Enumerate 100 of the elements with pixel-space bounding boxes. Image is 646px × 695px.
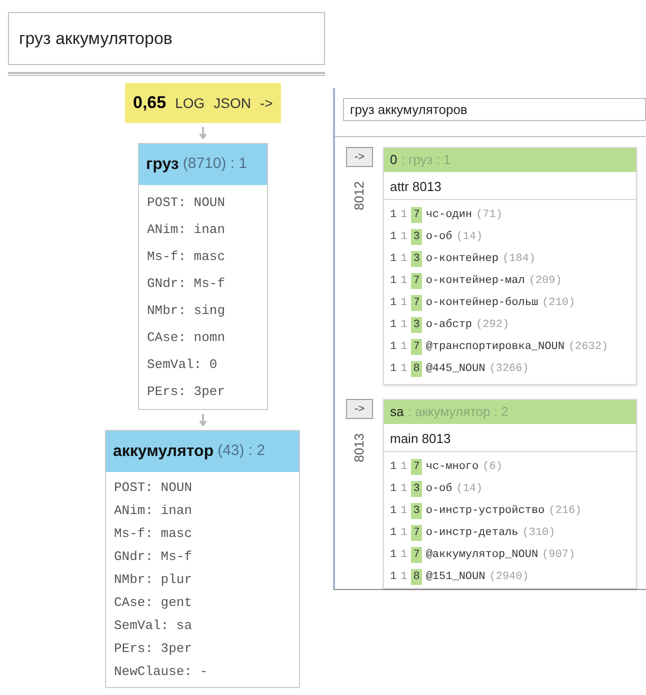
slot-name: о-инстр-устройство [426, 504, 545, 519]
row-value: 1 [400, 252, 408, 267]
frame-role: sa [390, 403, 404, 422]
weight-tag: 7 [411, 206, 422, 224]
slot-count: (2632) [568, 340, 608, 355]
slot-count: (184) [502, 252, 536, 267]
row-value: 1 [390, 340, 397, 355]
slot-count: (14) [456, 482, 483, 497]
row-value: 1 [400, 526, 408, 541]
search-field[interactable]: груз аккумуляторов [343, 98, 646, 121]
slot-count: (216) [548, 504, 582, 519]
row-value: 1 [390, 362, 397, 377]
row-value: 1 [390, 296, 397, 311]
row-value: 1 [390, 570, 397, 585]
node-word: груз [146, 154, 179, 174]
slot-count: (209) [528, 274, 562, 289]
feature-row-text: ANim: inan [146, 220, 226, 239]
slot-count: (71) [476, 208, 502, 223]
slot-name: @151_NOUN [426, 570, 486, 585]
slot-name: о-инстр-деталь [426, 526, 518, 541]
row-value: 1 [390, 526, 397, 541]
frame-subtitle: main 8013 [384, 426, 636, 452]
frame-role: 0 [390, 151, 398, 170]
frame-subtitle: attr 8013 [384, 174, 636, 200]
feature-row-text: NewClause: - [113, 662, 209, 681]
slot-count: (6) [482, 460, 502, 475]
slot-count: (210) [542, 296, 576, 311]
row-value: 1 [400, 208, 408, 223]
weight-tag: 8 [411, 360, 422, 378]
feature-row-text: Ms-f: masc [146, 248, 226, 266]
row-value: 1 [400, 362, 408, 377]
row-value: 1 [400, 296, 408, 311]
slot-count: (2940) [489, 570, 529, 585]
row-value: 1 [390, 482, 397, 497]
row-value: 1 [400, 340, 408, 355]
feature-row-text: NMbr: sing [146, 302, 226, 320]
slot-name: @транспортировка_NOUN [426, 340, 564, 355]
feature-row-text: CAse: nomn [146, 328, 226, 347]
slot-name: чс-один [426, 208, 472, 223]
node-meta: (8710) : 1 [182, 154, 248, 174]
feature-row-text: PErs: 3per [113, 640, 194, 658]
score-text: 0,65 [133, 92, 166, 114]
weight-tag: 7 [411, 524, 422, 542]
slot-name: о-абстр [426, 318, 472, 333]
feature-row-text: SemVal: 0 [146, 356, 218, 374]
go-button[interactable]: -> [346, 147, 373, 167]
feature-row-text: POST: NOUN [113, 478, 194, 497]
feature-row-text: POST: NOUN [146, 194, 226, 212]
search-field[interactable]: груз аккумуляторов [8, 12, 325, 65]
slot-name: о-об [426, 482, 452, 497]
slot-count: (14) [456, 230, 483, 245]
weight-tag: 7 [411, 338, 422, 356]
weight-tag: 3 [411, 480, 422, 498]
result-link[interactable]: LOG [175, 92, 205, 114]
slot-name: @аккумулятор_NOUN [426, 548, 538, 563]
slot-name: чс-много [426, 460, 479, 475]
slot-count: (907) [542, 548, 576, 563]
feature-row-text: GNdr: Ms-f [146, 274, 226, 293]
weight-tag: 7 [411, 272, 422, 290]
slot-name: о-контейнер [426, 252, 498, 267]
row-value: 1 [390, 318, 397, 333]
weight-tag: 3 [411, 316, 422, 334]
weight-tag: 7 [411, 546, 422, 564]
slot-name: о-контейнер-мал [426, 274, 525, 289]
feature-row-text: Ms-f: masc [113, 524, 194, 543]
row-value: 1 [390, 208, 397, 223]
weight-tag: 3 [411, 502, 422, 520]
feature-row-text: SemVal: sa [113, 616, 194, 635]
go-button[interactable]: -> [346, 399, 373, 419]
feature-row-text: GNdr: Ms-f [113, 548, 194, 566]
node-meta: (43) : 2 [218, 441, 266, 462]
group-id: 8013 [350, 434, 368, 462]
group-id: 8012 [350, 182, 368, 210]
row-value: 1 [390, 504, 397, 519]
slot-name: о-об [426, 230, 452, 245]
result-link[interactable]: -> [260, 92, 273, 114]
weight-tag: 3 [411, 228, 422, 246]
feature-row-text: CAse: gent [113, 594, 194, 612]
node-word: аккумулятор [113, 442, 214, 462]
result-link[interactable]: JSON [214, 92, 252, 114]
slot-name: о-контейнер-больш [426, 296, 538, 311]
row-value: 1 [400, 570, 408, 585]
row-value: 1 [390, 460, 397, 475]
slot-count: (3266) [489, 362, 529, 377]
row-value: 1 [400, 548, 408, 563]
row-value: 1 [390, 274, 397, 289]
slot-count: (292) [476, 318, 510, 333]
feature-row-text: PErs: 3per [146, 382, 226, 401]
row-value: 1 [390, 548, 397, 563]
slot-count: (310) [522, 526, 556, 541]
row-value: 1 [400, 482, 408, 497]
row-value: 1 [390, 230, 397, 245]
row-value: 1 [400, 274, 408, 289]
row-value: 1 [390, 252, 397, 267]
slot-name: @445_NOUN [426, 362, 486, 377]
row-value: 1 [400, 318, 408, 333]
row-value: 1 [400, 460, 408, 475]
weight-tag: 3 [411, 250, 422, 268]
weight-tag: 7 [411, 458, 422, 476]
row-value: 1 [400, 230, 408, 245]
